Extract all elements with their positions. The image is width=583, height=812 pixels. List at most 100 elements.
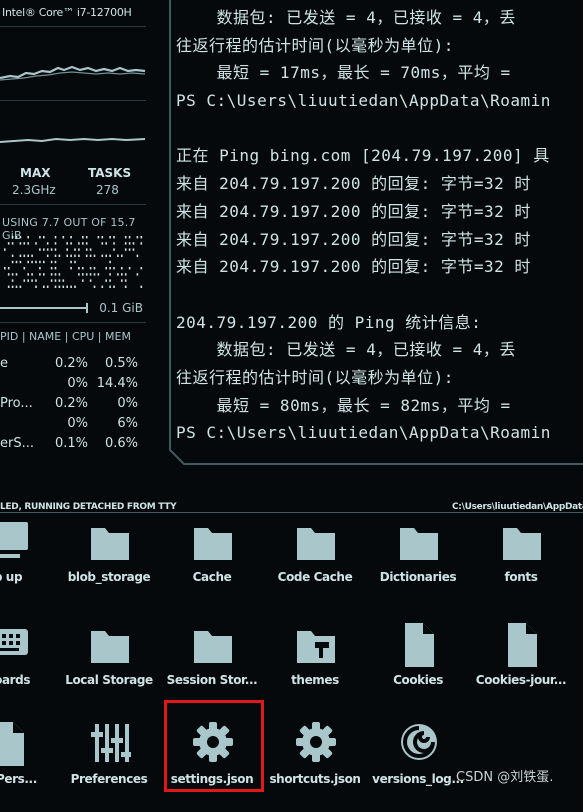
memory-dot	[82, 236, 84, 239]
fs-item[interactable]: Cookies-jour...	[469, 621, 573, 713]
memory-dot	[109, 285, 111, 288]
memory-dot	[15, 260, 18, 264]
memory-dot	[43, 248, 45, 251]
process-cpu: 0.2%	[54, 396, 88, 411]
process-list-header: PID | NAME | CPU | MEM	[0, 330, 131, 343]
fs-item[interactable]: themes	[263, 621, 367, 713]
fs-item[interactable]: fonts	[469, 518, 573, 610]
memory-dot	[15, 285, 18, 288]
fs-item[interactable]: blob_storage	[57, 518, 161, 610]
process-row[interactable]: erS... 0.1% 0.6%	[0, 436, 146, 456]
memory-dot	[136, 273, 139, 276]
terminal-line: 往返行程的估计时间(以毫秒为单位):	[176, 367, 454, 387]
memory-dot	[85, 254, 88, 257]
memory-dot	[101, 254, 104, 257]
memory-dot	[62, 279, 65, 282]
memory-dot	[31, 279, 33, 282]
memory-dot	[27, 236, 29, 239]
folder-icon	[91, 528, 129, 560]
fs-item-label: Dictionaries	[379, 570, 457, 584]
memory-dot	[54, 254, 57, 257]
memory-dot	[50, 273, 53, 276]
process-row[interactable]: Pro... 0.2% 0%	[0, 396, 146, 416]
fs-item[interactable]: shortcuts.json	[263, 720, 367, 812]
terminal-line: 数据包: 已发送 = 4，已接收 = 4，丢	[176, 340, 516, 360]
memory-dot	[85, 236, 88, 239]
memory-dot	[54, 267, 57, 270]
memory-dot	[43, 273, 45, 276]
terminal-line: PS C:\Users\liuutiedan\AppData\Roamin	[176, 91, 551, 111]
fs-item[interactable]: p up	[0, 518, 60, 610]
fs-item[interactable]: Code Cache	[263, 518, 367, 610]
fs-item-label: versions_log...	[372, 772, 464, 786]
memory-dot	[136, 254, 139, 257]
fs-item[interactable]: Cache	[160, 518, 264, 610]
memory-dot	[46, 285, 49, 288]
memory-dot	[62, 285, 65, 288]
memory-dot	[93, 273, 96, 276]
terminal-output[interactable]: 数据包: 已发送 = 4，已接收 = 4，丢 往返行程的估计时间(以毫秒为单位)…	[176, 4, 551, 447]
memory-dot	[128, 236, 131, 239]
filesystem-path: C:\Users\liuutiedan\AppData	[452, 502, 583, 512]
process-row[interactable]: 0% 14.4%	[0, 376, 146, 396]
divider	[0, 512, 583, 513]
memory-dot	[46, 248, 49, 251]
fs-item[interactable]: versions_log...	[366, 720, 470, 812]
memory-dot	[109, 267, 111, 270]
memory-dot	[85, 273, 88, 276]
memory-dot	[140, 236, 143, 239]
process-mem: 14.4%	[96, 376, 138, 391]
process-cpu: 0%	[67, 376, 88, 391]
memory-dot	[124, 279, 127, 282]
process-mem: 0%	[117, 396, 138, 411]
terminal-line: PS C:\Users\liuutiedan\AppData\Roamin	[176, 423, 551, 443]
memory-dot	[4, 267, 6, 270]
fs-item[interactable]: boards	[0, 621, 60, 713]
process-row[interactable]: e 0.2% 0.5%	[0, 356, 146, 376]
memory-dot	[7, 285, 10, 288]
memory-dot	[121, 267, 123, 270]
memory-dot	[89, 279, 92, 282]
memory-dot	[85, 242, 88, 245]
memory-dot	[11, 242, 14, 245]
memory-dot	[117, 254, 119, 257]
memory-dot	[7, 242, 10, 245]
memory-dot	[54, 273, 57, 276]
memory-dot	[82, 273, 84, 276]
fs-item-label: p up	[0, 570, 23, 584]
memory-dot	[128, 248, 131, 251]
fs-item[interactable]: Local Storage	[57, 621, 161, 713]
memory-dot	[62, 236, 65, 239]
memory-dot	[113, 236, 115, 239]
watermark: CSDN @刘铁蛋.	[456, 770, 554, 785]
terminal-line: 204.79.197.200 的 Ping 统计信息:	[176, 312, 482, 332]
memory-dot	[97, 273, 100, 276]
stat-value-max: 2.3GHz	[12, 183, 56, 197]
memory-dot	[11, 254, 14, 257]
fs-item[interactable]: Preferences	[57, 720, 161, 812]
memory-dot	[82, 242, 84, 245]
memory-dot	[109, 279, 111, 282]
cpu-usage-graph-2	[0, 137, 145, 143]
memory-dot	[66, 254, 68, 257]
memory-dot	[78, 254, 80, 257]
memory-dot	[19, 254, 22, 257]
memory-dot	[89, 248, 92, 251]
process-row[interactable]: 0% 6%	[0, 416, 146, 436]
memory-dot	[43, 260, 45, 264]
process-cpu: 0.1%	[54, 436, 88, 451]
process-name: Pro...	[0, 396, 33, 411]
memory-dot	[70, 267, 72, 270]
memory-dot	[58, 279, 61, 282]
fs-item[interactable]: rk Pers...	[0, 720, 60, 812]
memory-dot	[54, 260, 57, 264]
fs-item[interactable]: Dictionaries	[366, 518, 470, 610]
memory-dot	[113, 248, 115, 251]
memory-dot	[109, 260, 111, 264]
memory-dot	[11, 285, 14, 288]
fs-item[interactable]: Cookies	[366, 621, 470, 713]
memory-dot	[124, 285, 127, 288]
memory-dot	[121, 254, 123, 257]
terminal[interactable]: 数据包: 已发送 = 4，已接收 = 4，丢 往返行程的估计时间(以毫秒为单位)…	[168, 0, 583, 466]
